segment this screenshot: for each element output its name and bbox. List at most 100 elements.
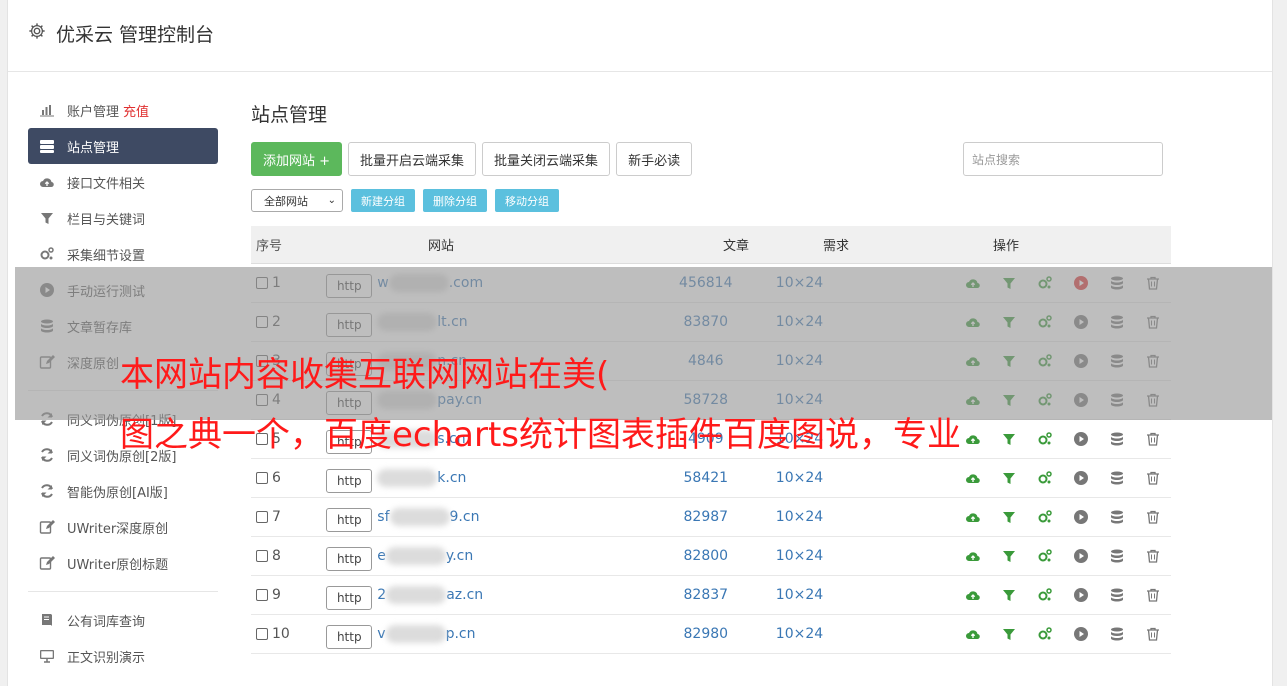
- trash-icon[interactable]: [1135, 548, 1171, 564]
- site-domain-end: p.cn: [445, 626, 476, 642]
- sidebar-item[interactable]: UWriter深度原创: [28, 509, 218, 545]
- header-ops: 操作: [992, 239, 1019, 254]
- row-number-cell: 9: [251, 587, 326, 603]
- recharge-link[interactable]: 充值: [123, 101, 149, 120]
- cloud-upload-icon[interactable]: [955, 509, 991, 525]
- demand-value[interactable]: 10×24: [748, 548, 851, 564]
- site-cell: http 2 az.cn: [326, 580, 663, 610]
- refresh-icon: [39, 447, 55, 463]
- demand-value[interactable]: 10×24: [748, 509, 851, 525]
- filter-icon[interactable]: [991, 548, 1027, 564]
- demand-value[interactable]: 10×24: [748, 587, 851, 603]
- edit-icon: [39, 555, 55, 571]
- article-count[interactable]: 82980: [664, 626, 748, 642]
- article-count[interactable]: 58421: [664, 470, 748, 486]
- play-icon[interactable]: [1063, 431, 1099, 447]
- row-actions: [851, 470, 1171, 486]
- cogs-icon[interactable]: [1027, 587, 1063, 603]
- cloud-upload-icon[interactable]: [955, 626, 991, 642]
- database-icon[interactable]: [1099, 509, 1135, 525]
- add-site-button[interactable]: 添加网站 +: [251, 142, 343, 176]
- new-group-button[interactable]: 新建分组: [351, 189, 415, 212]
- row-checkbox[interactable]: [256, 550, 268, 562]
- cogs-icon[interactable]: [1027, 509, 1063, 525]
- filter-icon: [39, 210, 55, 226]
- play-icon[interactable]: [1063, 509, 1099, 525]
- filter-icon[interactable]: [991, 509, 1027, 525]
- article-count[interactable]: 82800: [664, 548, 748, 564]
- delete-group-button[interactable]: 删除分组: [423, 189, 487, 212]
- header-demand: 需求: [822, 239, 849, 254]
- cogs-icon[interactable]: [1027, 431, 1063, 447]
- row-checkbox[interactable]: [256, 628, 268, 640]
- redacted-blur: [385, 547, 446, 565]
- play-icon[interactable]: [1063, 626, 1099, 642]
- group-select[interactable]: 全部网站 ⌄: [251, 189, 343, 212]
- sidebar-item[interactable]: 公有词库查询: [28, 602, 218, 638]
- cloud-upload-icon[interactable]: [955, 548, 991, 564]
- sidebar-item-label: UWriter深度原创: [67, 521, 169, 537]
- database-icon[interactable]: [1099, 431, 1135, 447]
- sidebar-item[interactable]: 栏目与关键词: [28, 200, 218, 236]
- cloud-upload-icon[interactable]: [955, 470, 991, 486]
- newbie-guide-button[interactable]: 新手必读: [616, 142, 693, 176]
- http-prefix-badge: http: [326, 547, 373, 571]
- cogs-icon[interactable]: [1027, 548, 1063, 564]
- batch-disable-cloud-button[interactable]: 批量关闭云端采集: [482, 142, 611, 176]
- database-icon[interactable]: [1099, 626, 1135, 642]
- demand-value[interactable]: 10×24: [748, 470, 851, 486]
- site-cell: http e y.cn: [326, 541, 663, 571]
- row-number: 7: [272, 509, 281, 525]
- group-toolbar: 全部网站 ⌄ 新建分组 删除分组 移动分组: [251, 189, 559, 212]
- redacted-blur: [385, 625, 446, 643]
- filter-icon[interactable]: [991, 587, 1027, 603]
- sidebar-item[interactable]: 智能伪原创[AI版]: [28, 473, 218, 509]
- sidebar-item-label: 智能伪原创[AI版]: [67, 485, 168, 501]
- row-checkbox[interactable]: [256, 589, 268, 601]
- filter-icon[interactable]: [991, 470, 1027, 486]
- sidebar-item-label: 栏目与关键词: [67, 212, 146, 228]
- play-icon[interactable]: [1063, 548, 1099, 564]
- article-count[interactable]: 82987: [664, 509, 748, 525]
- trash-icon[interactable]: [1135, 470, 1171, 486]
- site-domain[interactable]: 2 az.cn: [377, 586, 483, 604]
- sidebar-item-label: 站点管理: [67, 140, 120, 156]
- site-domain[interactable]: sf 9.cn: [377, 508, 479, 526]
- trash-icon[interactable]: [1135, 626, 1171, 642]
- sidebar-item[interactable]: 账户管理 充值: [28, 92, 218, 128]
- article-count[interactable]: 82837: [664, 587, 748, 603]
- filter-icon[interactable]: [991, 431, 1027, 447]
- bar-chart-icon: [39, 102, 55, 118]
- row-checkbox[interactable]: [256, 472, 268, 484]
- row-actions: [851, 587, 1171, 603]
- sidebar-item[interactable]: 正文识别演示: [28, 638, 218, 674]
- sidebar-item[interactable]: 站点管理: [28, 128, 218, 164]
- database-icon[interactable]: [1099, 470, 1135, 486]
- site-domain[interactable]: v p.cn: [377, 625, 476, 643]
- demand-value[interactable]: 10×24: [748, 626, 851, 642]
- site-domain[interactable]: k.cn: [377, 469, 466, 487]
- cogs-icon[interactable]: [1027, 626, 1063, 642]
- trash-icon[interactable]: [1135, 431, 1171, 447]
- site-cell: http v p.cn: [326, 619, 663, 649]
- database-icon[interactable]: [1099, 587, 1135, 603]
- filter-icon[interactable]: [991, 626, 1027, 642]
- batch-enable-cloud-button[interactable]: 批量开启云端采集: [348, 142, 477, 176]
- trash-icon[interactable]: [1135, 509, 1171, 525]
- move-group-button[interactable]: 移动分组: [495, 189, 559, 212]
- sidebar-item[interactable]: UWriter原创标题: [28, 545, 218, 581]
- database-icon[interactable]: [1099, 548, 1135, 564]
- cogs-icon[interactable]: [1027, 470, 1063, 486]
- play-icon[interactable]: [1063, 470, 1099, 486]
- sidebar-item-label: UWriter原创标题: [67, 557, 169, 573]
- site-search-input[interactable]: 站点搜索: [963, 142, 1163, 176]
- row-checkbox[interactable]: [256, 511, 268, 523]
- play-icon[interactable]: [1063, 587, 1099, 603]
- cloud-upload-icon[interactable]: [955, 587, 991, 603]
- row-actions: [851, 548, 1171, 564]
- monitor-icon: [39, 648, 55, 664]
- sidebar-item-label: 采集细节设置: [67, 248, 146, 264]
- sidebar-item[interactable]: 接口文件相关: [28, 164, 218, 200]
- site-domain[interactable]: e y.cn: [377, 547, 473, 565]
- trash-icon[interactable]: [1135, 587, 1171, 603]
